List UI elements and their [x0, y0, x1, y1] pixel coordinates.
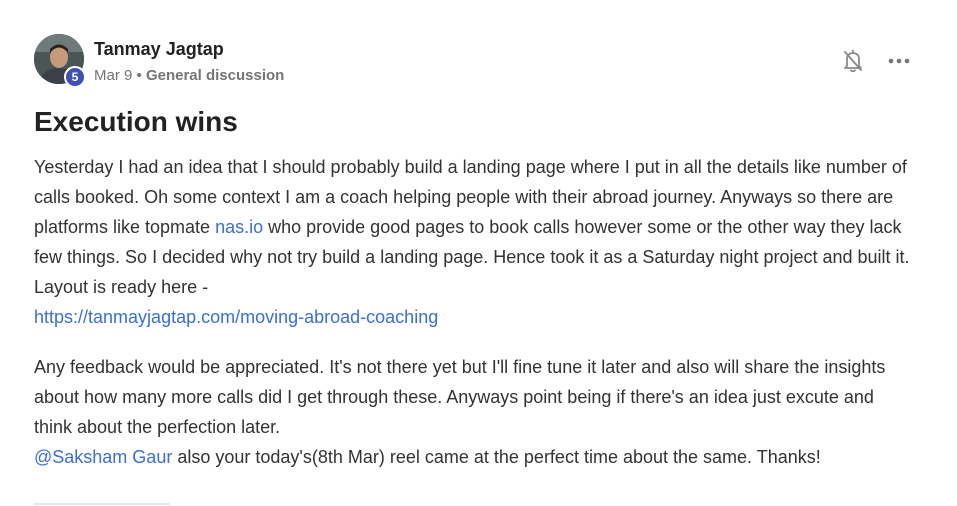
- author-name[interactable]: Tanmay Jagtap: [94, 39, 224, 60]
- level-badge: 5: [64, 66, 86, 88]
- meta-separator: •: [132, 67, 146, 84]
- post-paragraph: Yesterday I had an idea that I should pr…: [34, 152, 914, 332]
- nasio-link[interactable]: nas.io: [215, 217, 263, 237]
- post-card: 5 Tanmay Jagtap Mar 9 • General discussi…: [34, 32, 914, 492]
- bell-off-icon[interactable]: [838, 46, 868, 76]
- paragraph-text: Any feedback would be appreciated. It's …: [34, 357, 886, 437]
- post-header: 5 Tanmay Jagtap Mar 9 • General discussi…: [34, 32, 914, 90]
- paragraph-text: also your today's(8th Mar) reel came at …: [172, 447, 821, 467]
- avatar-wrapper[interactable]: 5: [34, 34, 86, 88]
- post-body: Yesterday I had an idea that I should pr…: [34, 152, 914, 472]
- divider: [34, 503, 170, 505]
- post-paragraph: Any feedback would be appreciated. It's …: [34, 352, 914, 472]
- user-mention-link[interactable]: @Saksham Gaur: [34, 447, 172, 467]
- post-title: Execution wins: [34, 106, 238, 137]
- post-meta: Mar 9 • General discussion: [94, 67, 284, 84]
- post-date: Mar 9: [94, 67, 133, 84]
- post-category[interactable]: General discussion: [146, 67, 284, 84]
- landing-page-link[interactable]: https://tanmayjagtap.com/moving-abroad-c…: [34, 307, 438, 327]
- post-actions: [838, 46, 914, 76]
- more-horizontal-icon[interactable]: [884, 46, 914, 76]
